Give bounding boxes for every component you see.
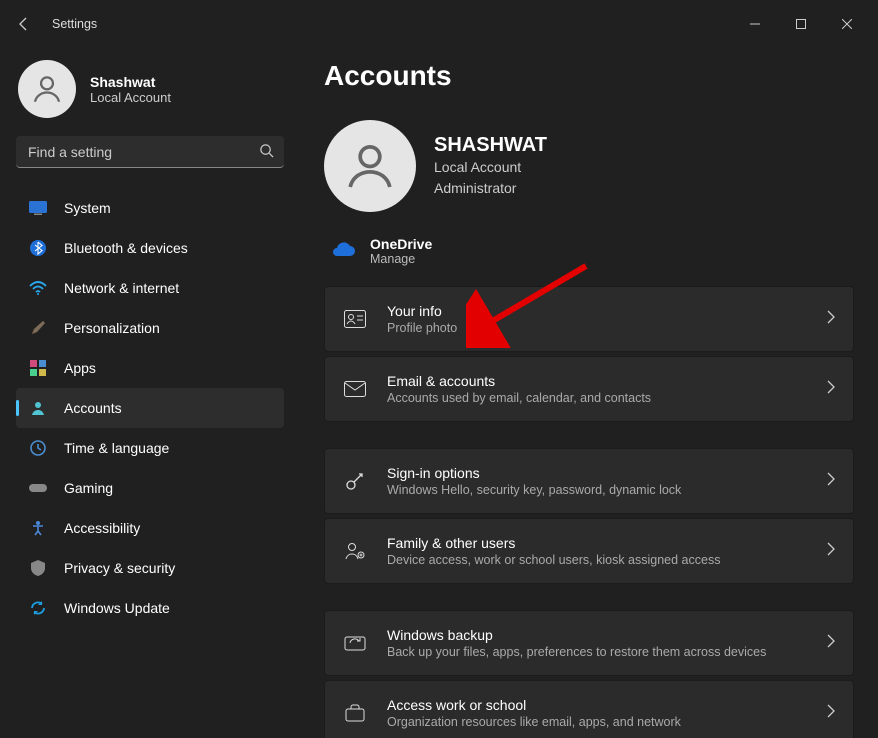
sidebar-item-network[interactable]: Network & internet — [16, 268, 284, 308]
card-title: Windows backup — [387, 627, 827, 643]
sidebar-item-bluetooth[interactable]: Bluetooth & devices — [16, 228, 284, 268]
sidebar-item-label: Apps — [64, 360, 96, 376]
wifi-icon — [28, 278, 48, 298]
onedrive-title: OneDrive — [370, 236, 432, 252]
card-email-accounts[interactable]: Email & accounts Accounts used by email,… — [324, 356, 854, 422]
account-role: Administrator — [434, 178, 547, 198]
mail-icon — [343, 381, 367, 397]
search-icon — [259, 143, 274, 163]
onedrive-subtitle: Manage — [370, 252, 432, 266]
window-controls — [732, 8, 870, 40]
person-icon — [28, 398, 48, 418]
card-subtitle: Back up your files, apps, preferences to… — [387, 645, 827, 659]
accessibility-icon — [28, 518, 48, 538]
sidebar-item-time[interactable]: Time & language — [16, 428, 284, 468]
sidebar-item-label: Accounts — [64, 400, 122, 416]
sidebar-item-label: Network & internet — [64, 280, 179, 296]
backup-icon — [343, 633, 367, 653]
user-type: Local Account — [90, 90, 171, 105]
window-title: Settings — [52, 17, 97, 31]
back-button[interactable] — [8, 8, 40, 40]
titlebar: Settings — [0, 0, 878, 48]
account-type: Local Account — [434, 157, 547, 177]
user-avatar-icon — [18, 60, 76, 118]
people-icon — [343, 541, 367, 561]
gamepad-icon — [28, 478, 48, 498]
search-box[interactable] — [16, 136, 284, 168]
card-windows-backup[interactable]: Windows backup Back up your files, apps,… — [324, 610, 854, 676]
bluetooth-icon — [28, 238, 48, 258]
system-icon — [28, 198, 48, 218]
account-display-name: SHASHWAT — [434, 134, 547, 157]
card-title: Access work or school — [387, 697, 827, 713]
clock-icon — [28, 438, 48, 458]
onedrive-row[interactable]: OneDrive Manage — [324, 228, 854, 286]
update-icon — [28, 598, 48, 618]
sidebar-item-privacy[interactable]: Privacy & security — [16, 548, 284, 588]
chevron-right-icon — [827, 380, 835, 399]
sidebar-item-apps[interactable]: Apps — [16, 348, 284, 388]
minimize-button[interactable] — [732, 8, 778, 40]
key-icon — [343, 470, 367, 492]
card-subtitle: Accounts used by email, calendar, and co… — [387, 391, 827, 405]
search-input[interactable] — [16, 136, 284, 167]
close-button[interactable] — [824, 8, 870, 40]
card-subtitle: Device access, work or school users, kio… — [387, 553, 827, 567]
chevron-right-icon — [827, 542, 835, 561]
card-your-info[interactable]: Your info Profile photo — [324, 286, 854, 352]
account-avatar-icon — [324, 120, 416, 212]
card-work-school[interactable]: Access work or school Organization resou… — [324, 680, 854, 738]
sidebar-item-gaming[interactable]: Gaming — [16, 468, 284, 508]
card-title: Your info — [387, 303, 827, 319]
card-title: Sign-in options — [387, 465, 827, 481]
settings-card-list: Your info Profile photo Email & accounts… — [324, 286, 854, 738]
maximize-button[interactable] — [778, 8, 824, 40]
card-title: Email & accounts — [387, 373, 827, 389]
card-family-users[interactable]: Family & other users Device access, work… — [324, 518, 854, 584]
page-title: Accounts — [324, 60, 854, 92]
sidebar-item-accessibility[interactable]: Accessibility — [16, 508, 284, 548]
card-subtitle: Profile photo — [387, 321, 827, 335]
card-subtitle: Organization resources like email, apps,… — [387, 715, 827, 729]
sidebar-item-label: Bluetooth & devices — [64, 240, 188, 256]
main-content: Accounts SHASHWAT Local Account Administ… — [300, 48, 878, 738]
sidebar-item-label: System — [64, 200, 111, 216]
chevron-right-icon — [827, 634, 835, 653]
sidebar-item-update[interactable]: Windows Update — [16, 588, 284, 628]
card-title: Family & other users — [387, 535, 827, 551]
sidebar-item-system[interactable]: System — [16, 188, 284, 228]
apps-icon — [28, 358, 48, 378]
sidebar: Shashwat Local Account System Bluetooth … — [0, 48, 300, 738]
sidebar-item-accounts[interactable]: Accounts — [16, 388, 284, 428]
sidebar-item-label: Time & language — [64, 440, 169, 456]
cloud-icon — [330, 240, 356, 263]
chevron-right-icon — [827, 704, 835, 723]
card-subtitle: Windows Hello, security key, password, d… — [387, 483, 827, 497]
sidebar-item-label: Personalization — [64, 320, 160, 336]
sidebar-item-personalization[interactable]: Personalization — [16, 308, 284, 348]
briefcase-icon — [343, 704, 367, 722]
shield-icon — [28, 558, 48, 578]
sidebar-item-label: Privacy & security — [64, 560, 175, 576]
account-header: SHASHWAT Local Account Administrator — [324, 120, 854, 212]
user-block[interactable]: Shashwat Local Account — [16, 56, 300, 136]
card-signin-options[interactable]: Sign-in options Windows Hello, security … — [324, 448, 854, 514]
sidebar-item-label: Accessibility — [64, 520, 140, 536]
brush-icon — [28, 318, 48, 338]
sidebar-item-label: Windows Update — [64, 600, 170, 616]
id-card-icon — [343, 310, 367, 328]
sidebar-item-label: Gaming — [64, 480, 113, 496]
chevron-right-icon — [827, 472, 835, 491]
nav-list: System Bluetooth & devices Network & int… — [16, 188, 300, 628]
chevron-right-icon — [827, 310, 835, 329]
user-name: Shashwat — [90, 74, 171, 90]
